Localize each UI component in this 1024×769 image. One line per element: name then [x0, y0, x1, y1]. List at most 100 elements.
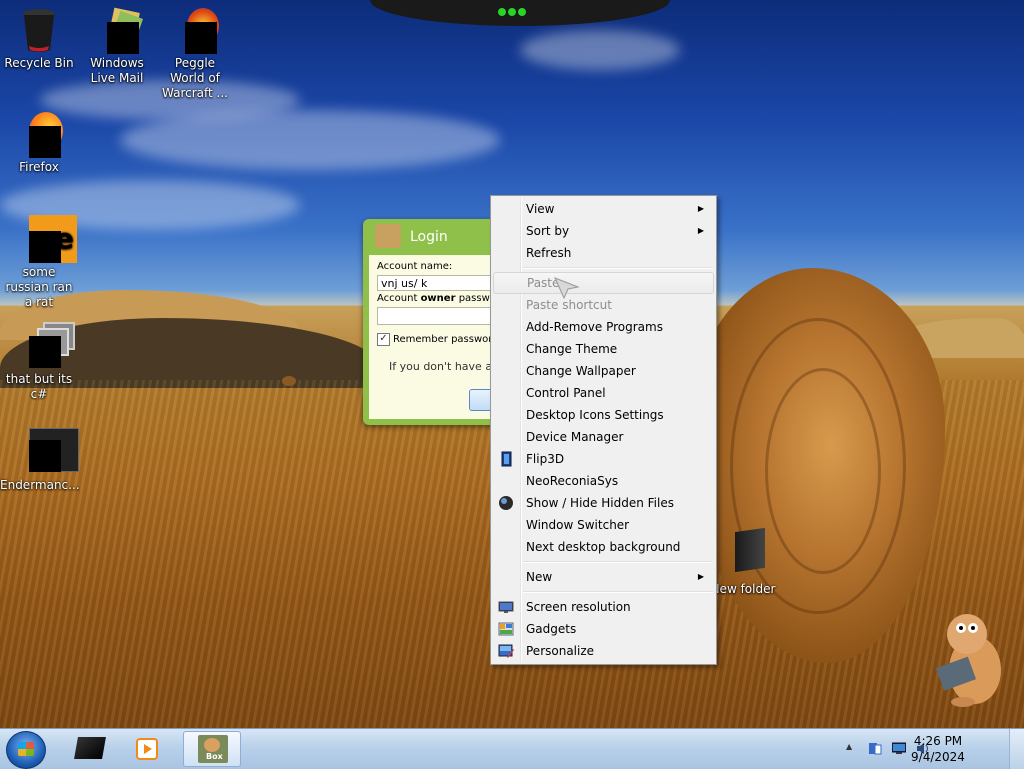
desktop-context-menu[interactable]: View ▶ Sort by ▶ Refresh Paste Paste sho… [490, 195, 717, 665]
owner-password-input[interactable] [377, 307, 503, 325]
menu-item-next-desktop-background[interactable]: Next desktop background [493, 536, 714, 558]
menu-item-show-hide-hidden-files[interactable]: Show / Hide Hidden Files [493, 492, 714, 514]
menu-item-label: View [526, 202, 555, 216]
menu-item-label: Control Panel [526, 386, 606, 400]
recycle-bin-icon [15, 6, 63, 54]
desktop-icon-label: some russian ran a rat [5, 265, 73, 309]
menu-item-label: Gadgets [526, 622, 577, 636]
show-desktop-button[interactable] [1009, 729, 1024, 769]
menu-item-label: Personalize [526, 644, 595, 658]
start-button[interactable] [6, 731, 46, 769]
desktop-icon-label: Firefox [19, 160, 59, 174]
menu-item-view[interactable]: View ▶ [493, 198, 714, 220]
menu-item-change-wallpaper[interactable]: Change Wallpaper [493, 360, 714, 382]
menu-item-label: Next desktop background [526, 540, 681, 554]
tray-overflow-chevron[interactable]: ▲ [846, 742, 852, 751]
desktop-icon-label: Windows Live Mail [90, 56, 144, 85]
desktop-icon-peggle[interactable]: Peggle World of Warcraft ... [156, 6, 234, 101]
windows-stack-icon [15, 322, 75, 370]
media-player-icon [136, 738, 158, 760]
menu-item-label: Show / Hide Hidden Files [526, 496, 674, 510]
top-dock[interactable] [370, 0, 670, 26]
menu-item-desktop-icons-settings[interactable]: Desktop Icons Settings [493, 404, 714, 426]
window-icon [15, 428, 79, 476]
menu-item-gadgets[interactable]: Gadgets [493, 618, 714, 640]
windows-logo-icon [18, 742, 34, 756]
remember-password-label: Remember password [393, 334, 499, 345]
firefox-icon [15, 110, 63, 158]
desktop-icon-label: Peggle World of Warcraft ... [162, 56, 228, 100]
desktop-icon-some-russian-ran-a-rat[interactable]: e some russian ran a rat [0, 215, 78, 310]
submenu-arrow-icon: ▶ [697, 226, 704, 235]
menu-item-add-remove-programs[interactable]: Add-Remove Programs [493, 316, 714, 338]
login-widget[interactable]: Login Account name: vnj us/ k Account ow… [363, 219, 503, 425]
desktop-icon-windows-live-mail[interactable]: Windows Live Mail [78, 6, 156, 86]
desktop[interactable]: Recycle Bin Windows Live Mail Peggle Wor… [0, 0, 1024, 728]
box-label: Box [206, 752, 223, 761]
taskbar-box-app[interactable]: Box [183, 731, 241, 767]
menu-item-label: Flip3D [526, 452, 565, 466]
owner-password-label: Account owner password [377, 293, 503, 304]
system-clock[interactable]: 4:26 PM 9/4/2024 [904, 733, 972, 765]
globe-icon [498, 495, 514, 511]
desktop-icon-endermanch[interactable]: Endermanc... [0, 428, 80, 493]
menu-item-flip3d[interactable]: Flip3D [493, 448, 714, 470]
personalize-icon [498, 643, 514, 659]
dark-box-icon [74, 737, 106, 759]
folder-icon [719, 526, 767, 574]
desktop-icon-recycle-bin[interactable]: Recycle Bin [0, 6, 78, 71]
clock-date: 9/4/2024 [911, 750, 965, 764]
mail-icon [93, 6, 144, 54]
login-title: Login [410, 229, 448, 245]
remember-password-checkbox[interactable]: ✓ [377, 333, 390, 346]
desktop-icon-firefox[interactable]: Firefox [0, 110, 78, 175]
gadgets-icon [498, 621, 514, 637]
taskbar-pinned-app[interactable] [62, 731, 120, 767]
menu-item-sort-by[interactable]: Sort by ▶ [493, 220, 714, 242]
menu-item-screen-resolution[interactable]: Screen resolution [493, 596, 714, 618]
menu-item-refresh[interactable]: Refresh [493, 242, 714, 264]
menu-item-new[interactable]: New ▶ [493, 566, 714, 588]
clock-time: 4:26 PM [913, 734, 963, 748]
desktop-icon-that-but-its-csharp[interactable]: that but its c# [0, 322, 78, 402]
menu-item-label: Refresh [526, 246, 572, 260]
login-title-bar: Login [363, 219, 503, 253]
menu-item-change-theme[interactable]: Change Theme [493, 338, 714, 360]
menu-item-neoreconiasys[interactable]: NeoReconiaSys [493, 470, 714, 492]
menu-item-label: Change Wallpaper [526, 364, 636, 378]
action-center-icon[interactable] [868, 742, 882, 755]
submenu-arrow-icon: ▶ [697, 572, 704, 581]
menu-item-device-manager[interactable]: Device Manager [493, 426, 714, 448]
user-avatar-icon [375, 224, 401, 248]
peggle-icon [171, 6, 219, 54]
menu-item-label: Device Manager [526, 430, 624, 444]
monitor-icon [498, 599, 514, 615]
desktop-icon-label: Recycle Bin [4, 56, 74, 70]
menu-item-label: Desktop Icons Settings [526, 408, 664, 422]
menu-item-label: Add-Remove Programs [526, 320, 663, 334]
menu-item-personalize[interactable]: Personalize [493, 640, 714, 662]
application-icon: e [15, 215, 77, 263]
taskbar-media-player[interactable] [120, 731, 178, 767]
menu-item-paste[interactable]: Paste [493, 272, 714, 294]
menu-item-label: Window Switcher [526, 518, 630, 532]
account-name-input[interactable]: vnj us/ k [377, 275, 503, 291]
signup-text: If you don't have an [389, 360, 500, 373]
flip3d-icon [498, 451, 514, 467]
gopher-box-icon: Box [198, 735, 228, 763]
menu-item-label: Screen resolution [526, 600, 631, 614]
account-name-label: Account name: [377, 261, 453, 272]
mouse-cursor-icon [554, 277, 580, 302]
menu-item-window-switcher[interactable]: Window Switcher [493, 514, 714, 536]
gopher-gadget[interactable] [935, 608, 1005, 708]
submenu-arrow-icon: ▶ [697, 204, 704, 213]
menu-item-label: New [526, 570, 553, 584]
desktop-icon-label: Endermanc... [0, 478, 80, 492]
menu-item-label: Change Theme [526, 342, 618, 356]
taskbar[interactable]: Box ▲ 4:26 PM 9/4/2024 [0, 728, 1024, 769]
menu-item-control-panel[interactable]: Control Panel [493, 382, 714, 404]
menu-item-label: Sort by [526, 224, 570, 238]
menu-item-paste-shortcut[interactable]: Paste shortcut [493, 294, 714, 316]
desktop-icon-label: that but its c# [5, 372, 73, 401]
menu-item-label: NeoReconiaSys [526, 474, 619, 488]
